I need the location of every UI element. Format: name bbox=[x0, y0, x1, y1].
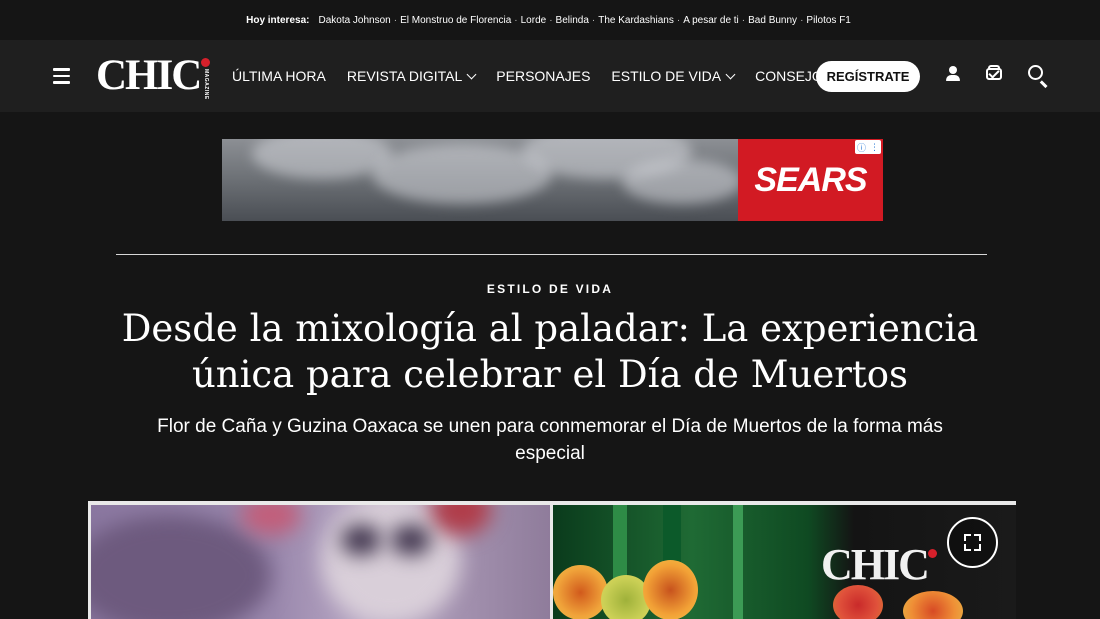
magazine-icon[interactable] bbox=[986, 64, 1002, 82]
trending-topic-link[interactable]: Belinda bbox=[556, 15, 589, 26]
hamburger-menu-icon[interactable] bbox=[53, 68, 70, 84]
ad-choices-icon[interactable]: ⓘ ⋮ bbox=[855, 140, 881, 154]
trending-topic-link[interactable]: Pilotos F1 bbox=[806, 15, 850, 26]
register-button[interactable]: REGÍSTRATE bbox=[816, 61, 920, 92]
chevron-down-icon bbox=[725, 69, 736, 79]
nav-menu: ÚLTIMA HORA REVISTA DIGITAL PERSONAJES ESTI… bbox=[232, 40, 853, 112]
trending-topic-link[interactable]: Lorde bbox=[521, 15, 547, 26]
nav-item-personajes[interactable]: PERSONAJES bbox=[496, 68, 590, 84]
ad-banner[interactable]: SEARS ⓘ ⋮ bbox=[222, 139, 883, 221]
image-watermark: CHIC bbox=[821, 543, 937, 587]
trending-topics: Dakota Johnson · El Monstruo de Florencia ·… bbox=[315, 15, 853, 26]
search-icon[interactable] bbox=[1028, 65, 1050, 88]
article-subtitle: Flor de Caña y Guzina Oaxaca se unen par… bbox=[157, 416, 943, 464]
trending-label: Hoy interesa: bbox=[246, 14, 310, 26]
logo-magazine-text: MAGAZINE bbox=[202, 69, 209, 100]
hero-image-left bbox=[91, 505, 550, 619]
hero-image-right: CHIC bbox=[553, 505, 1016, 619]
main-navigation: CHIC MAGAZINE ÚLTIMA HORA REVISTA DIGITAL… bbox=[0, 40, 1100, 112]
topic-separator: · bbox=[591, 14, 596, 26]
topic-separator: · bbox=[676, 14, 681, 26]
trending-topic-link[interactable]: Bad Bunny bbox=[748, 15, 797, 26]
topic-separator: · bbox=[549, 14, 553, 26]
nav-item-label: ESTILO DE VIDA bbox=[611, 68, 722, 84]
topic-separator: · bbox=[741, 14, 746, 26]
chevron-down-icon bbox=[466, 69, 477, 79]
nav-item-última-hora[interactable]: ÚLTIMA HORA bbox=[232, 68, 326, 84]
user-icon[interactable] bbox=[945, 64, 961, 82]
nav-item-label: PERSONAJES bbox=[496, 68, 591, 84]
trending-topic-link[interactable]: The Kardashians bbox=[598, 15, 674, 26]
ad-brand-logo: SEARS bbox=[754, 160, 867, 199]
trending-topic-link[interactable]: A pesar de ti bbox=[683, 15, 739, 26]
article-title: Desde la mixología al paladar: La experi… bbox=[121, 307, 979, 396]
trending-topic-link[interactable]: Dakota Johnson bbox=[318, 15, 390, 26]
logo-wordmark: CHIC bbox=[96, 52, 202, 99]
topic-separator: · bbox=[514, 14, 518, 26]
article-category[interactable]: ESTILO DE VIDA bbox=[0, 282, 1100, 296]
divider bbox=[116, 254, 987, 255]
nav-item-estilo-de-vida[interactable]: ESTILO DE VIDA bbox=[611, 68, 736, 84]
logo-red-dot bbox=[201, 58, 211, 67]
article-hero-image[interactable]: CHIC bbox=[88, 501, 1016, 619]
topic-separator: · bbox=[393, 14, 398, 26]
nav-item-revista-digital[interactable]: REVISTA DIGITAL bbox=[346, 68, 477, 84]
nav-item-label: ÚLTIMA HORA bbox=[232, 68, 326, 84]
site-logo[interactable]: CHIC MAGAZINE bbox=[96, 52, 211, 100]
nav-item-label: REVISTA DIGITAL bbox=[346, 68, 463, 84]
topic-separator: · bbox=[800, 14, 804, 26]
trending-bar: Hoy interesa: Dakota Johnson · El Monstruo… bbox=[0, 0, 1100, 40]
expand-image-icon[interactable] bbox=[947, 517, 998, 568]
trending-topic-link[interactable]: El Monstruo de Florencia bbox=[400, 15, 511, 26]
